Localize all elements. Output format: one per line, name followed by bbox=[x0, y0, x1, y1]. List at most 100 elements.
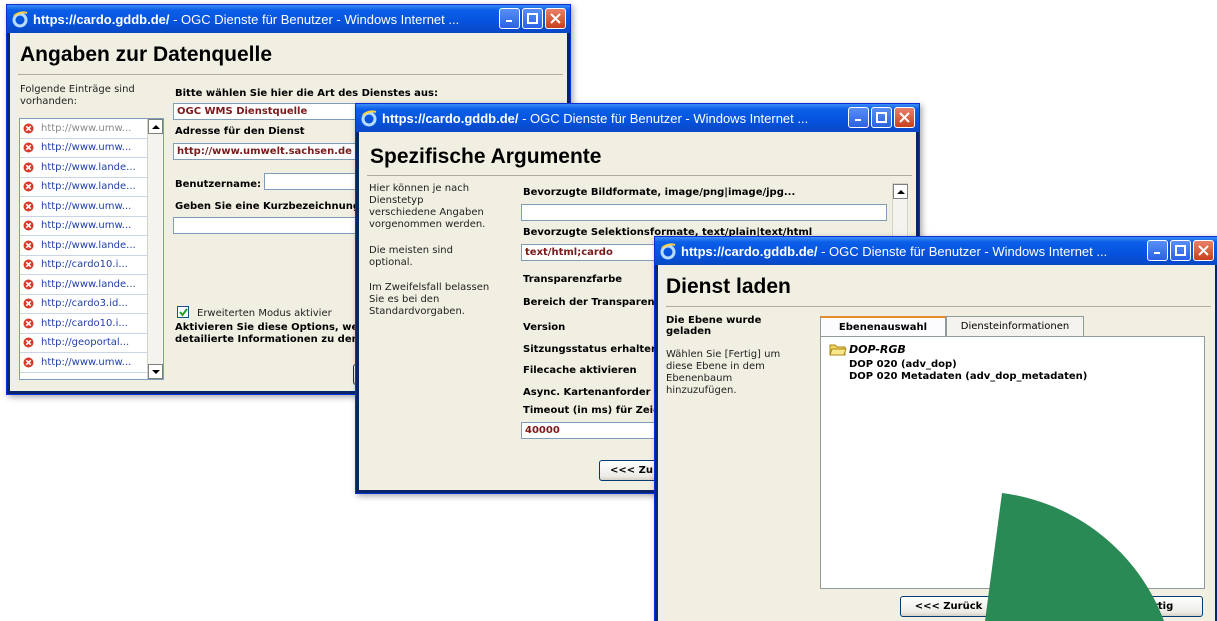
divider bbox=[367, 175, 912, 176]
finish-button[interactable]: Fertig bbox=[1110, 596, 1203, 617]
filecache-label: Filecache aktivieren bbox=[523, 365, 637, 376]
timeout-input[interactable]: 40000 bbox=[521, 422, 661, 439]
error-icon bbox=[23, 279, 34, 290]
folder-icon bbox=[829, 344, 847, 356]
list-item[interactable]: http://www.lande... bbox=[20, 158, 148, 178]
close-button[interactable] bbox=[894, 107, 915, 128]
divider bbox=[666, 306, 1211, 307]
ie-icon bbox=[361, 110, 377, 127]
list-item[interactable]: http://www.umw... bbox=[20, 139, 148, 158]
extended-mode-info: Aktivieren Sie diese Options, we detaili… bbox=[175, 322, 359, 345]
maximize-button[interactable] bbox=[1170, 240, 1191, 261]
maximize-button[interactable] bbox=[522, 8, 543, 29]
error-icon bbox=[23, 240, 34, 251]
title-rest: - OGC Dienste für Benutzer - Windows Int… bbox=[518, 110, 809, 126]
page-title: Spezifische Argumente bbox=[370, 145, 602, 168]
arrow-up-icon bbox=[896, 189, 905, 194]
maximize-icon bbox=[527, 13, 538, 24]
username-label: Benutzername: bbox=[175, 179, 262, 190]
error-icon bbox=[23, 259, 34, 270]
minimize-button[interactable] bbox=[848, 107, 869, 128]
minimize-button[interactable] bbox=[499, 8, 520, 29]
scroll-up-button[interactable] bbox=[148, 119, 163, 134]
version-label: Version bbox=[523, 322, 566, 333]
back-button[interactable]: <<< Zurück bbox=[900, 596, 997, 617]
list-item-url: http://cardo10.i... bbox=[41, 259, 128, 271]
list-item[interactable]: http://cardo10.i... bbox=[20, 314, 148, 334]
extended-mode-checkbox[interactable] bbox=[177, 306, 189, 318]
entries-label: Folgende Einträge sind vorhanden: bbox=[20, 84, 135, 107]
back-button[interactable]: <<< Zu bbox=[599, 460, 659, 481]
list-item[interactable]: http://www.umw... bbox=[20, 217, 148, 236]
close-icon bbox=[550, 13, 561, 24]
selection-formats-input[interactable]: text/html;cardo bbox=[521, 244, 661, 261]
title-rest: - OGC Dienste für Benutzer - Windows Int… bbox=[817, 243, 1108, 259]
address-input[interactable]: http://www.umwelt.sachsen.de bbox=[173, 143, 368, 160]
session-label: Sitzungsstatus erhalter bbox=[523, 344, 656, 355]
tree-root[interactable]: DOP-RGB bbox=[849, 343, 906, 356]
checkmark-icon bbox=[178, 307, 188, 317]
shortname-label: Geben Sie eine Kurzbezeichnung bbox=[175, 201, 360, 212]
tree-item[interactable]: DOP 020 (adv_dop) bbox=[849, 359, 957, 370]
error-icon bbox=[23, 123, 34, 134]
arrow-up-icon bbox=[151, 124, 160, 129]
close-icon bbox=[899, 112, 910, 123]
list-item-url: http://www.lande... bbox=[41, 239, 136, 251]
entries-scrollbar[interactable] bbox=[147, 119, 163, 379]
list-item-url: http://www.umw... bbox=[41, 220, 132, 232]
scroll-down-button[interactable] bbox=[148, 364, 163, 379]
list-item-url: http://geoportal... bbox=[41, 337, 130, 349]
error-icon bbox=[23, 181, 34, 192]
list-item[interactable]: http://cardo10.i... bbox=[20, 256, 148, 275]
scroll-up-button[interactable] bbox=[893, 184, 908, 199]
titlebar[interactable]: https://cardo.gddb.de/ - OGC Dienste für… bbox=[356, 104, 919, 132]
ie-icon bbox=[12, 11, 28, 28]
list-item[interactable]: http://geoportal... bbox=[20, 334, 148, 353]
list-item[interactable]: http://www.umw... bbox=[20, 353, 148, 373]
window-body: Dienst laden Die Ebene wurde geladen Wäh… bbox=[658, 265, 1215, 621]
page-title: Angaben zur Datenquelle bbox=[20, 43, 273, 66]
help-text-2: Die meisten sind optional. bbox=[369, 245, 453, 268]
title-url: https://cardo.gddb.de/ bbox=[382, 110, 519, 126]
list-item[interactable]: http://cardo3.id... bbox=[20, 295, 148, 314]
image-formats-input[interactable] bbox=[521, 204, 887, 221]
help-text-3: Im Zweifelsfall belassen Sie es bei den … bbox=[369, 282, 490, 317]
titlebar[interactable]: https://cardo.gddb.de/ - OGC Dienste für… bbox=[7, 5, 570, 33]
title-rest: - OGC Dienste für Benutzer - Windows Int… bbox=[169, 11, 460, 27]
timeout-label: Timeout (in ms) für Zeic bbox=[523, 405, 659, 416]
entries-list[interactable]: http://www.umw... http://www.umw... http:/… bbox=[19, 118, 164, 380]
help-text-1: Hier können je nach Dienstetyp verschied… bbox=[369, 183, 486, 230]
username-input[interactable] bbox=[264, 173, 364, 190]
layer-tree[interactable]: DOP-RGB DOP 020 (adv_dop) DOP 020 Metada… bbox=[820, 336, 1205, 589]
error-icon bbox=[23, 337, 34, 348]
tab-bar: Ebenenauswahl Diensteinformationen bbox=[820, 316, 1084, 336]
shortname-input[interactable] bbox=[173, 217, 368, 234]
list-item[interactable]: http://www.umw... bbox=[20, 197, 148, 217]
tree-item[interactable]: DOP 020 Metadaten (adv_dop_metadaten) bbox=[849, 371, 1087, 382]
list-item-url: http://www.lande... bbox=[41, 278, 136, 290]
list-item-url: http://www.umw... bbox=[41, 142, 132, 154]
close-button[interactable] bbox=[1193, 240, 1214, 261]
minimize-icon bbox=[506, 20, 512, 22]
list-item[interactable]: http://www.lande... bbox=[20, 236, 148, 256]
service-type-select[interactable]: OGC WMS Dienstquelle bbox=[173, 103, 373, 120]
error-icon bbox=[23, 142, 34, 153]
title-url: https://cardo.gddb.de/ bbox=[681, 243, 818, 259]
service-type-label: Bitte wählen Sie hier die Art des Dienst… bbox=[175, 88, 438, 99]
address-label: Adresse für den Dienst bbox=[175, 126, 305, 137]
transparency-area-label: Bereich der Transparen bbox=[523, 297, 655, 308]
list-item[interactable]: http://www.lande... bbox=[20, 178, 148, 197]
cancel-button[interactable]: Abbruch bbox=[1006, 596, 1104, 617]
minimize-button[interactable] bbox=[1147, 240, 1168, 261]
close-button[interactable] bbox=[545, 8, 566, 29]
list-item[interactable]: http://www.lande... bbox=[20, 275, 148, 295]
minimize-icon bbox=[1154, 252, 1160, 254]
error-icon bbox=[23, 298, 34, 309]
maximize-button[interactable] bbox=[871, 107, 892, 128]
error-icon bbox=[23, 357, 34, 368]
tab-ebenenauswahl[interactable]: Ebenenauswahl bbox=[820, 316, 946, 336]
titlebar[interactable]: https://cardo.gddb.de/ - OGC Dienste für… bbox=[655, 237, 1217, 265]
tab-diensteinformationen[interactable]: Diensteinformationen bbox=[946, 316, 1084, 336]
list-item[interactable]: http://www.umw... bbox=[20, 119, 148, 139]
title-url: https://cardo.gddb.de/ bbox=[33, 11, 170, 27]
